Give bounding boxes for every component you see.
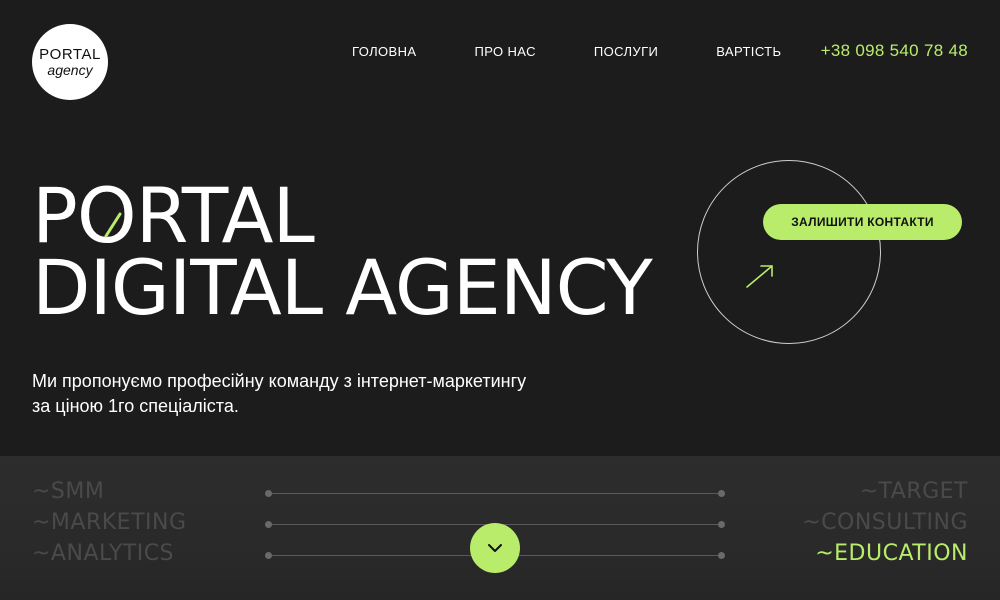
leave-contacts-button[interactable]: ЗАЛИШИТИ КОНТАКТИ — [763, 204, 962, 240]
main-nav: ГОЛОВНА ПРО НАС ПОСЛУГИ ВАРТІСТЬ — [352, 44, 839, 59]
logo-slash-mark — [104, 212, 122, 238]
nav-about[interactable]: ПРО НАС — [474, 44, 535, 59]
logo[interactable]: PORTAL agency — [32, 24, 108, 100]
service-tag-marketing[interactable]: ~MARKETING — [32, 510, 187, 535]
track-dot — [718, 490, 725, 497]
nav-services[interactable]: ПОСЛУГИ — [594, 44, 658, 59]
hero-title-line2: DIGITAL AGENCY — [32, 243, 653, 332]
scroll-down-button[interactable] — [470, 523, 520, 573]
landing-page: PORTAL agency ГОЛОВНА ПРО НАС ПОСЛУГИ ВА… — [0, 0, 1000, 600]
arrow-up-right-icon — [746, 265, 773, 288]
phone-link[interactable]: +38 098 540 78 48 — [821, 41, 968, 61]
service-tag-consulting[interactable]: ~CONSULTING — [802, 510, 968, 535]
chevron-down-icon — [488, 544, 502, 552]
track-dot — [265, 521, 272, 528]
track-dot — [718, 521, 725, 528]
hero-subtitle: Ми пропонуємо професійну команду з інтер… — [32, 369, 632, 419]
nav-home[interactable]: ГОЛОВНА — [352, 44, 416, 59]
track-dot — [265, 552, 272, 559]
logo-text-portal: PORTAL — [39, 46, 101, 63]
track-dot — [265, 490, 272, 497]
nav-pricing[interactable]: ВАРТІСТЬ — [716, 44, 781, 59]
track-dot — [718, 552, 725, 559]
service-tag-education[interactable]: ~EDUCATION — [815, 541, 968, 566]
service-tag-target[interactable]: ~TARGET — [860, 479, 968, 504]
hero-title: PORTAL DIGITAL AGENCY — [32, 178, 653, 332]
service-tag-analytics[interactable]: ~ANALYTICS — [32, 541, 174, 566]
service-tag-smm[interactable]: ~SMM — [32, 479, 104, 504]
hero-subtitle-line2: за ціною 1го спеціаліста. — [32, 396, 239, 416]
logo-text-agency: agency — [47, 62, 93, 78]
decorative-circle — [697, 160, 881, 344]
hero-subtitle-line1: Ми пропонуємо професійну команду з інтер… — [32, 371, 527, 391]
slider-track-1 — [268, 493, 722, 494]
